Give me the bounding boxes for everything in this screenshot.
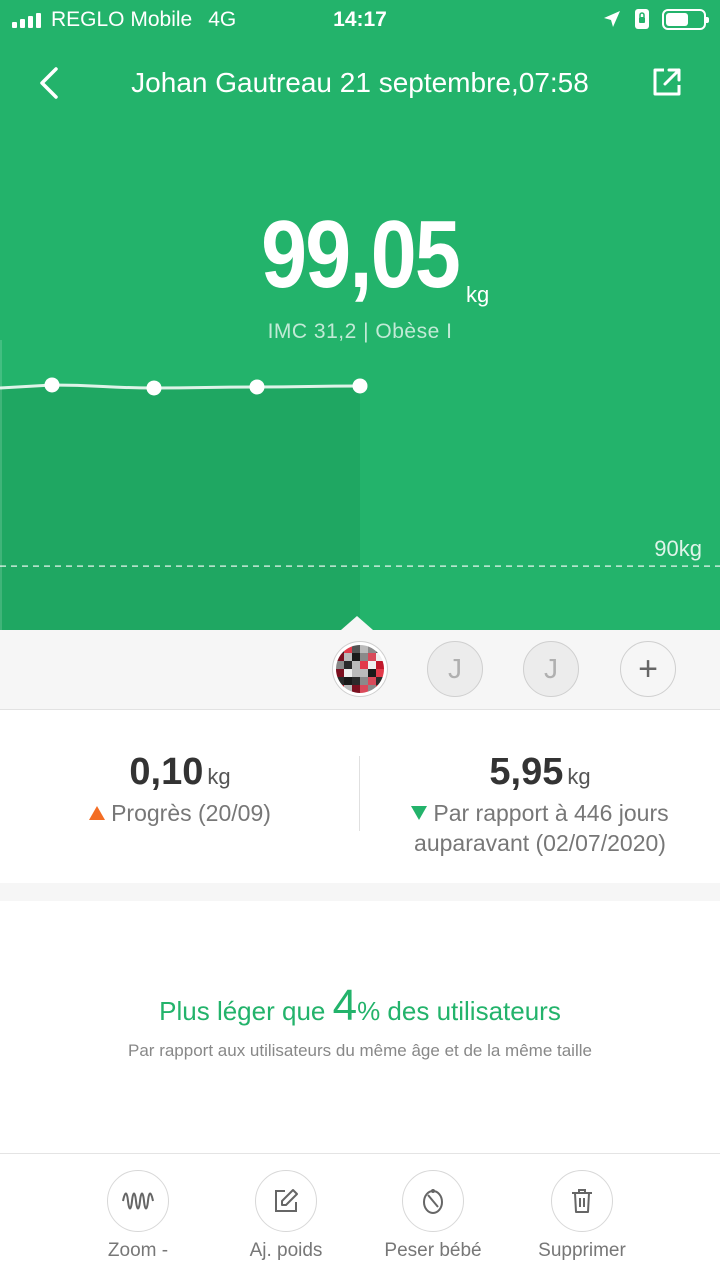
- stat-comparison: 5,95 kg Par rapport à 446 jours auparavan…: [360, 751, 720, 858]
- avatar-pixel: [344, 653, 352, 661]
- weight-value: 99,05: [260, 201, 461, 308]
- battery-icon: [662, 8, 709, 30]
- stat-progress: 0,10 kg Progrès (20/09): [0, 751, 360, 828]
- chart-point-1: [44, 377, 60, 393]
- trend-up-icon: [89, 806, 106, 820]
- selection-pointer: [341, 616, 373, 630]
- baby-icon: [423, 1189, 443, 1214]
- avatar-pixel: [344, 669, 352, 677]
- comparison-prefix: Plus léger que: [159, 996, 333, 1026]
- comparison-headline: Plus léger que 4% des utilisateurs: [0, 981, 720, 1031]
- bottom-toolbar: Zoom - Aj. poids Peser bébé Supprimer: [0, 1153, 720, 1280]
- avatar-current-user[interactable]: [332, 641, 388, 697]
- avatar-pixel: [376, 661, 384, 669]
- stat-progress-value: 0,10: [129, 751, 204, 793]
- avatar-pixel: [368, 645, 376, 653]
- chart-point-3: [249, 379, 265, 395]
- stats-panel: 0,10 kg Progrès (20/09) 5,95 kg Par rappor…: [0, 711, 720, 883]
- zoom-label: Zoom -: [107, 1240, 169, 1261]
- chart-area: [0, 384, 360, 630]
- avatar-pixel: [336, 653, 344, 661]
- weight-display: 99,05 kg: [0, 200, 720, 310]
- orientation-lock-icon: [635, 9, 649, 29]
- avatar-pixel: [360, 685, 368, 693]
- avatar-image: [336, 645, 384, 693]
- avatar-pixel: [368, 669, 376, 677]
- avatar-pixel: [336, 661, 344, 669]
- zoom-circle: [107, 1170, 169, 1232]
- weight-header: REGLO Mobile 4G 14:17 Johan Gautreau 21 …: [0, 0, 720, 630]
- status-right: [602, 8, 709, 30]
- avatar-pixel: [352, 645, 360, 653]
- avatar-pixel: [376, 685, 384, 693]
- user-chip-2[interactable]: J: [523, 641, 579, 697]
- avatar-pixel: [344, 661, 352, 669]
- avatar-pixel: [336, 685, 344, 693]
- avatar-pixel: [360, 645, 368, 653]
- delete-button[interactable]: Supprimer: [508, 1170, 656, 1262]
- avatar-pixel: [344, 685, 352, 693]
- trend-down-icon: [411, 806, 428, 820]
- stat-comparison-value: 5,95: [489, 751, 564, 793]
- avatar-pixel: [376, 645, 384, 653]
- section-gap: [0, 883, 720, 901]
- avatar-pixel: [344, 645, 352, 653]
- user-chip-1[interactable]: J: [427, 641, 483, 697]
- avatar-pixel: [360, 653, 368, 661]
- avatar-pixel: [352, 685, 360, 693]
- waveform-icon: [122, 1192, 154, 1210]
- stat-comparison-desc: Par rapport à 446 jours auparavant (02/0…: [414, 800, 669, 856]
- avatar-pixel: [344, 677, 352, 685]
- zoom-button[interactable]: Zoom -: [64, 1170, 212, 1262]
- avatar-pixel: [376, 653, 384, 661]
- avatar-pixel: [352, 653, 360, 661]
- adjust-label: Aj. poids: [249, 1240, 323, 1261]
- stat-comparison-unit: kg: [567, 764, 591, 789]
- trash-icon: [572, 1189, 592, 1213]
- avatar-pixel: [352, 661, 360, 669]
- stat-progress-desc: Progrès (20/09): [111, 800, 271, 826]
- chart-point-2: [146, 380, 162, 396]
- status-bar: REGLO Mobile 4G 14:17: [0, 0, 720, 40]
- adjust-weight-button[interactable]: Aj. poids: [212, 1170, 360, 1262]
- avatar-pixel: [368, 677, 376, 685]
- weight-unit: kg: [466, 282, 490, 307]
- avatar-pixel: [336, 645, 344, 653]
- comparison-subtitle: Par rapport aux utilisateurs du même âge…: [128, 1041, 592, 1060]
- weight-chart[interactable]: [0, 340, 720, 630]
- add-user-button[interactable]: +: [620, 641, 676, 697]
- location-arrow-icon: [604, 11, 620, 27]
- share-button[interactable]: [650, 65, 684, 99]
- chart-left-edge: [0, 340, 2, 630]
- avatar-pixel: [376, 677, 384, 685]
- avatar-pixel: [360, 677, 368, 685]
- comparison-percent: 4: [332, 981, 358, 1030]
- avatar-pixel: [368, 661, 376, 669]
- screen: REGLO Mobile 4G 14:17 Johan Gautreau 21 …: [0, 0, 720, 1280]
- page-title: Johan Gautreau 21 septembre,07:58: [131, 67, 589, 98]
- chart-point-4: [352, 378, 368, 394]
- user-comparison: Plus léger que 4% des utilisateurs Par r…: [0, 901, 720, 1153]
- baby-label: Peser bébé: [384, 1240, 482, 1261]
- stat-progress-unit: kg: [207, 764, 231, 789]
- avatar-pixel: [352, 677, 360, 685]
- weigh-baby-button[interactable]: Peser bébé: [359, 1170, 507, 1262]
- nav-bar: Johan Gautreau 21 septembre,07:58: [0, 55, 720, 110]
- avatar-pixel: [336, 669, 344, 677]
- avatar-pixel: [360, 661, 368, 669]
- delete-circle: [551, 1170, 613, 1232]
- baby-circle: [402, 1170, 464, 1232]
- avatar-pixel: [360, 669, 368, 677]
- avatar-pixel: [368, 653, 376, 661]
- avatar-pixel: [336, 677, 344, 685]
- edit-icon: [275, 1189, 298, 1212]
- avatar-pixel: [368, 685, 376, 693]
- delete-label: Supprimer: [538, 1240, 626, 1261]
- comparison-suffix: % des utilisateurs: [357, 996, 561, 1026]
- adjust-circle: [255, 1170, 317, 1232]
- user-selector: J J +: [0, 616, 720, 710]
- reference-line-label: 90kg: [654, 536, 702, 562]
- avatar-pixel: [352, 669, 360, 677]
- avatar-pixel: [376, 669, 384, 677]
